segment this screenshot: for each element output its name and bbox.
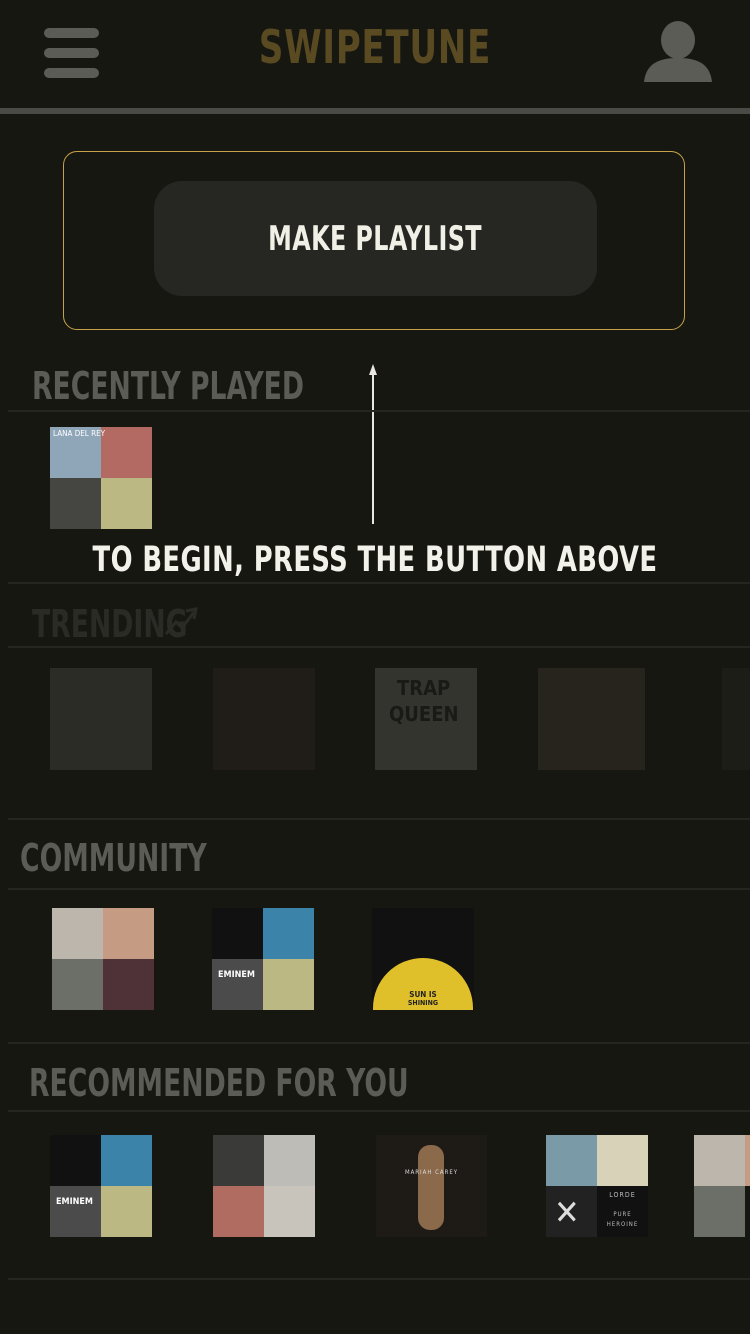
divider <box>8 646 750 648</box>
cover-text: QUEEN <box>389 702 459 726</box>
recommended-playlist-cover[interactable]: MARIAH CAREY <box>376 1135 487 1237</box>
recommended-playlist-cover[interactable]: ✕ LORDE PURE HEROINE <box>546 1135 648 1237</box>
cover-text: SHINING <box>407 999 439 1007</box>
trending-cover[interactable]: TRAP QUEEN <box>375 668 477 770</box>
trending-cover[interactable] <box>722 668 750 770</box>
recently-played-title: RECENTLY PLAYED <box>32 364 305 408</box>
divider <box>8 818 750 820</box>
arrow-up-icon <box>369 364 377 524</box>
cover-text: EMINEM <box>218 970 255 980</box>
divider <box>8 582 750 584</box>
make-playlist-label: MAKE PLAYLIST <box>268 218 483 259</box>
recent-playlist-cover[interactable]: LANA DEL REY <box>50 427 152 529</box>
cover-text: MARIAH CAREY <box>404 1169 459 1176</box>
cover-text: SUN IS <box>409 990 437 999</box>
close-icon: ✕ <box>554 1193 580 1233</box>
divider <box>8 1042 750 1044</box>
trending-up-icon <box>164 607 198 635</box>
community-title: COMMUNITY <box>20 836 207 880</box>
trending-cover[interactable] <box>538 668 645 770</box>
divider <box>8 888 750 890</box>
app-title: SWIPETUNE <box>258 20 492 74</box>
user-icon[interactable] <box>642 20 714 84</box>
cover-text: LANA DEL REY <box>53 429 106 438</box>
cover-text: HEROINE <box>606 1221 639 1228</box>
recommended-playlist-cover[interactable] <box>213 1135 315 1237</box>
divider <box>8 410 750 412</box>
trending-cover[interactable] <box>213 668 315 770</box>
header-divider <box>0 108 750 114</box>
cover-text: TRAP <box>397 676 451 700</box>
community-playlist-cover[interactable] <box>52 908 154 1010</box>
recommended-playlist-cover[interactable]: EMINEM <box>50 1135 152 1237</box>
cover-text: PURE <box>613 1211 632 1218</box>
app-header: SWIPETUNE <box>0 0 750 108</box>
cover-text: LORDE <box>609 1191 636 1199</box>
divider <box>8 1110 750 1112</box>
trending-cover[interactable] <box>50 668 152 770</box>
onboarding-tip: TO BEGIN, PRESS THE BUTTON ABOVE <box>92 540 658 580</box>
community-playlist-cover[interactable]: EMINEM <box>212 908 314 1010</box>
make-playlist-button[interactable]: MAKE PLAYLIST <box>154 181 597 296</box>
recommended-playlist-cover[interactable] <box>694 1135 750 1237</box>
community-playlist-cover[interactable]: SUN IS SHINING <box>372 908 474 1010</box>
divider <box>8 1278 750 1280</box>
cover-text: EMINEM <box>56 1197 93 1207</box>
recommended-title: RECOMMENDED FOR YOU <box>29 1061 409 1105</box>
